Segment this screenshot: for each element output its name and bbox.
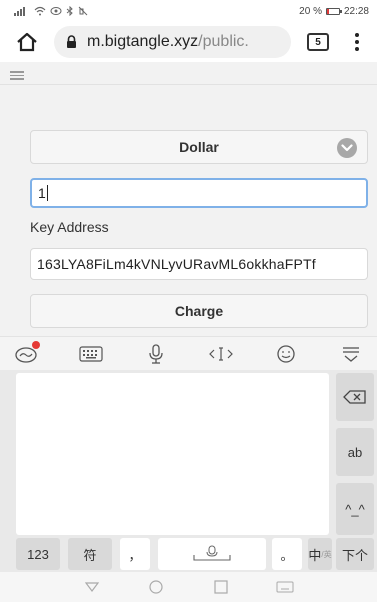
period-key-label: 。 bbox=[280, 547, 294, 563]
home-nav-button[interactable] bbox=[146, 577, 166, 597]
hamburger-menu-icon[interactable] bbox=[10, 71, 24, 80]
collapse-keyboard-icon[interactable] bbox=[337, 342, 365, 366]
recents-square-icon bbox=[214, 580, 228, 594]
keyboard-icon[interactable] bbox=[77, 342, 105, 366]
lock-icon bbox=[66, 35, 77, 49]
page-content: Dollar 1 Key Address 163LYA8FiLm4kVNLyvU… bbox=[0, 62, 377, 336]
currency-selected-value: Dollar bbox=[179, 139, 219, 155]
wifi-icon bbox=[34, 6, 46, 16]
status-right: 20 % 22:28 bbox=[299, 6, 369, 17]
symbols-key[interactable]: 符 bbox=[68, 538, 112, 570]
browser-toolbar: m.bigtangle.xyz/public. 5 bbox=[0, 22, 377, 62]
bluetooth-icon bbox=[66, 6, 73, 16]
battery-percent: 20 % bbox=[299, 5, 322, 17]
notification-dot bbox=[32, 340, 40, 349]
address-bar[interactable]: m.bigtangle.xyz/public. bbox=[54, 26, 291, 58]
recents-button[interactable] bbox=[211, 577, 231, 597]
back-triangle-icon bbox=[85, 582, 100, 592]
url-text: m.bigtangle.xyz/public. bbox=[87, 33, 249, 51]
system-nav-bar bbox=[0, 572, 377, 602]
eye-icon bbox=[50, 7, 62, 15]
emoticon-key[interactable]: ^_^ bbox=[336, 483, 374, 535]
ime-logo-icon[interactable] bbox=[12, 340, 40, 366]
clock: 22:28 bbox=[343, 5, 369, 17]
tab-switcher-button[interactable]: 5 bbox=[307, 33, 329, 51]
handwriting-area[interactable] bbox=[16, 373, 329, 535]
signal-icon bbox=[14, 7, 25, 16]
header-divider bbox=[0, 84, 377, 85]
language-key-label: 中 bbox=[308, 547, 322, 563]
ab-key-label: ab bbox=[347, 444, 363, 460]
currency-select[interactable]: Dollar bbox=[30, 130, 368, 164]
comma-key[interactable]: ， bbox=[120, 538, 150, 570]
keyboard-small-icon bbox=[276, 581, 294, 593]
home-button[interactable] bbox=[14, 29, 40, 55]
symbols-key-label: 符 bbox=[83, 547, 97, 563]
amount-input[interactable]: 1 bbox=[30, 178, 368, 208]
period-key[interactable]: 。 bbox=[272, 538, 302, 570]
url-host: m.bigtangle.xyz bbox=[87, 33, 199, 50]
microphone-icon[interactable] bbox=[142, 342, 170, 366]
space-key[interactable] bbox=[158, 538, 266, 570]
charge-button-label: Charge bbox=[174, 303, 224, 319]
chevron-down-icon bbox=[337, 138, 357, 158]
keyboard: ab ^_^ 123 符 ， 。 中/英 下个 bbox=[0, 370, 377, 572]
amount-value: 1 bbox=[38, 185, 46, 201]
backspace-key[interactable] bbox=[336, 373, 374, 421]
next-key-label: 下个 bbox=[341, 547, 368, 563]
ab-key[interactable]: ab bbox=[336, 428, 374, 476]
status-bar: 20 % 22:28 bbox=[0, 0, 377, 22]
back-button[interactable] bbox=[82, 577, 102, 597]
charge-button[interactable]: Charge bbox=[30, 294, 368, 328]
tab-count: 5 bbox=[315, 36, 321, 48]
overflow-menu-button[interactable] bbox=[347, 33, 367, 51]
keyboard-bottom-row: 123 符 ， 。 中/英 下个 bbox=[0, 538, 377, 570]
home-circle-icon bbox=[149, 580, 163, 594]
language-key-sublabel: /英 bbox=[321, 549, 332, 559]
emoji-icon[interactable] bbox=[272, 342, 300, 366]
comma-key-label: ， bbox=[128, 547, 142, 563]
mute-icon bbox=[78, 6, 88, 16]
keyboard-toolbar bbox=[0, 336, 377, 370]
url-path: /public. bbox=[198, 33, 249, 50]
battery-icon bbox=[325, 7, 342, 15]
status-icons bbox=[14, 6, 88, 16]
keyboard-switch-button[interactable] bbox=[275, 577, 295, 597]
key-address-label: Key Address bbox=[30, 219, 109, 235]
space-mic-icon bbox=[193, 545, 231, 561]
language-switch-key[interactable]: 中/英 bbox=[308, 538, 332, 570]
next-key[interactable]: 下个 bbox=[336, 538, 374, 570]
emoticon-key-label: ^_^ bbox=[345, 501, 365, 517]
numbers-key-label: 123 bbox=[27, 546, 49, 562]
backspace-icon bbox=[343, 390, 366, 404]
text-cursor bbox=[46, 185, 49, 201]
more-vertical-icon bbox=[355, 33, 359, 37]
key-address-value: 163LYA8FiLm4kVNLyvURavML6okkhaFPTf bbox=[37, 256, 316, 272]
numbers-key[interactable]: 123 bbox=[16, 538, 60, 570]
home-icon bbox=[17, 32, 37, 52]
key-address-input[interactable]: 163LYA8FiLm4kVNLyvURavML6okkhaFPTf bbox=[30, 248, 368, 280]
cursor-icon[interactable] bbox=[207, 342, 235, 366]
